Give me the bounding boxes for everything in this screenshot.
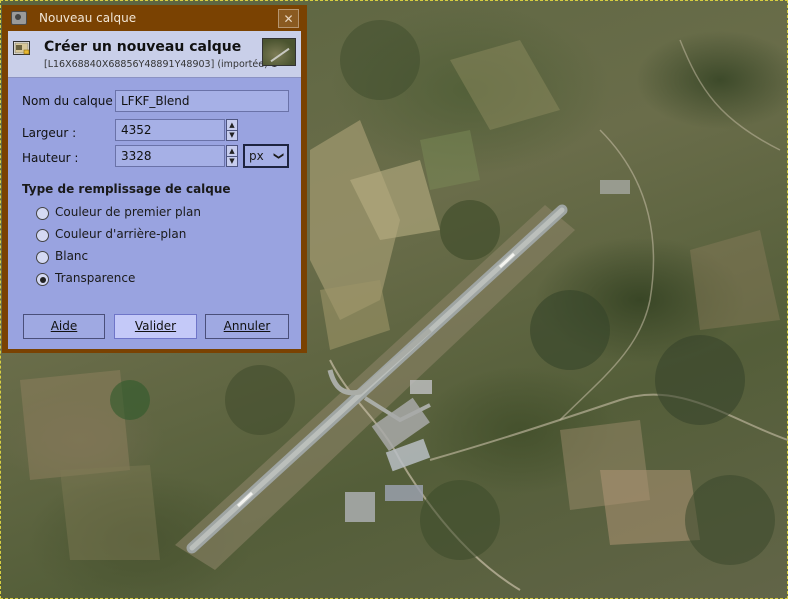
width-spinner[interactable]: ▲ ▼ <box>226 119 238 141</box>
width-input[interactable] <box>115 119 225 141</box>
fill-option-label: Transparence <box>55 271 136 285</box>
spin-down-icon[interactable]: ▼ <box>227 156 237 166</box>
title-bar[interactable]: Nouveau calque ✕ <box>2 5 307 31</box>
radio-icon[interactable] <box>36 273 49 286</box>
ok-button[interactable]: Valider <box>114 314 197 339</box>
new-layer-icon <box>13 41 30 55</box>
help-button[interactable]: Aide <box>23 314 105 339</box>
radio-icon[interactable] <box>36 251 49 264</box>
layer-name-input[interactable] <box>115 90 289 112</box>
new-layer-dialog: Nouveau calque ✕ Créer un nouveau calque… <box>2 5 307 353</box>
image-thumbnail <box>262 38 296 66</box>
dialog-header: Créer un nouveau calque [L16X68840X68856… <box>8 31 301 78</box>
fill-option-label: Couleur d'arrière-plan <box>55 227 187 241</box>
radio-icon[interactable] <box>36 207 49 220</box>
fill-type-heading: Type de remplissage de calque <box>22 182 231 196</box>
image-name: [L16X68840X68856Y48891Y48903] (importée)… <box>44 59 278 70</box>
height-spinner[interactable]: ▲ ▼ <box>226 145 238 167</box>
cancel-button[interactable]: Annuler <box>205 314 289 339</box>
height-label: Hauteur : <box>22 151 79 165</box>
app-icon <box>11 11 27 25</box>
radio-icon[interactable] <box>36 229 49 242</box>
dialog-heading: Créer un nouveau calque <box>44 39 242 55</box>
chevron-down-icon: ❯ <box>272 151 284 161</box>
unit-value: px <box>249 149 264 163</box>
height-input[interactable] <box>115 145 225 167</box>
width-label: Largeur : <box>22 126 77 140</box>
fill-option-label: Couleur de premier plan <box>55 205 201 219</box>
dialog-panel: Créer un nouveau calque [L16X68840X68856… <box>8 31 301 349</box>
close-icon[interactable]: ✕ <box>278 9 299 28</box>
spin-down-icon[interactable]: ▼ <box>227 130 237 140</box>
unit-select[interactable]: px ❯ <box>243 144 289 168</box>
window-title: Nouveau calque <box>39 11 137 25</box>
fill-option-label: Blanc <box>55 249 89 263</box>
layer-name-label: Nom du calque : <box>22 94 121 108</box>
